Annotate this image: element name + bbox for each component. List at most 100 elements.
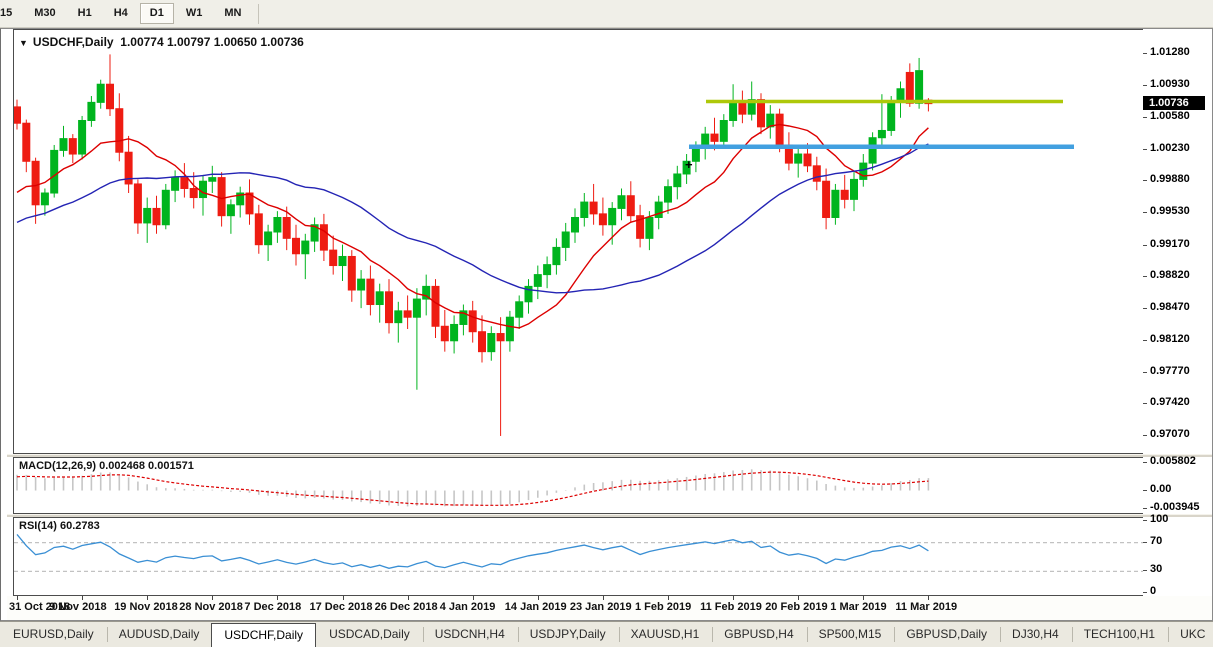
date-axis-label: 23 Jan 2019 (569, 601, 632, 613)
price-axis-tick-label: 0.97420 (1150, 396, 1190, 408)
price-axis-tick-label: 0.99530 (1150, 205, 1190, 217)
date-axis-label: 7 Dec 2018 (244, 601, 302, 613)
date-axis-label: 4 Jan 2019 (439, 601, 496, 613)
date-axis-tickmark (472, 596, 474, 600)
rsi-axis[interactable]: 100 70 30 0 (1143, 513, 1212, 597)
price-axis-tick-label: 0.97770 (1150, 365, 1190, 377)
price-axis-tickmark (1143, 245, 1147, 246)
macd-axis-tick-label: -0.003945 (1150, 501, 1200, 513)
date-axis-label: 11 Feb 2019 (700, 601, 762, 613)
price-plot-area[interactable] (13, 29, 1150, 454)
date-axis-tickmark (602, 596, 604, 600)
rsi-axis-tick-label: 100 (1150, 513, 1169, 525)
price-axis-tickmark (1143, 117, 1147, 118)
rsi-axis-tick-label: 30 (1150, 563, 1163, 575)
symbol-tab-gbpusd[interactable]: GBPUSD,Daily (893, 622, 999, 647)
price-axis-tick-label: 0.98120 (1150, 333, 1190, 345)
price-panel: ▼ USDCHF,Daily 1.00774 1.00797 1.00650 1.… (7, 29, 1212, 454)
rsi-chart[interactable] (14, 518, 1149, 595)
price-axis-tickmark (1143, 308, 1147, 309)
date-axis-tickmark (733, 596, 735, 600)
price-axis-tickmark (1143, 212, 1147, 213)
timeframe-button-m30[interactable]: M30 (24, 3, 65, 24)
symbol-tab-sp500[interactable]: SP500,M15 (806, 622, 894, 647)
chart-title: USDCHF,Daily (32, 35, 114, 49)
symbol-tab-usdchf[interactable]: USDCHF,Daily (211, 623, 317, 647)
price-axis-tick-label: 0.98470 (1150, 301, 1190, 313)
date-axis-tickmark (147, 596, 149, 600)
timeframe-toolbar: 15 M30 H1 H4 D1 W1 MN (0, 0, 1213, 28)
date-axis-tickmark (277, 596, 279, 600)
price-axis-tickmark (1143, 276, 1147, 277)
timeframe-button-15[interactable]: 15 (0, 3, 22, 24)
date-axis-tickmark (863, 596, 865, 600)
timeframe-button-h4[interactable]: H4 (104, 3, 138, 24)
macd-axis[interactable]: 0.005802 0.00 -0.003945 (1143, 455, 1212, 514)
price-axis-tickmark (1143, 340, 1147, 341)
rsi-label: RSI(14) (19, 520, 57, 532)
macd-label-row: MACD(12,26,9) 0.002468 0.001571 (19, 460, 194, 472)
price-axis-tick-label: 1.00930 (1150, 78, 1190, 90)
price-axis-tick-label: 0.99170 (1150, 238, 1190, 250)
rsi-axis-tickmark (1143, 520, 1147, 521)
symbol-tab-audusd[interactable]: AUDUSD,Daily (106, 622, 212, 647)
date-axis-tickmark (798, 596, 800, 600)
timeframe-button-d1[interactable]: D1 (139, 3, 174, 24)
symbol-tab-gbpusd[interactable]: GBPUSD,H4 (711, 622, 805, 647)
price-axis-tickmark (1143, 85, 1147, 86)
symbol-tab-usdcnh[interactable]: USDCNH,H4 (422, 622, 517, 647)
candlestick-chart[interactable] (14, 30, 1149, 453)
price-axis-tick-label: 1.00230 (1150, 142, 1190, 154)
rsi-axis-tickmark (1143, 592, 1147, 593)
macd-panel: MACD(12,26,9) 0.002468 0.001571 0.005802… (7, 455, 1212, 514)
symbol-tab-ukc[interactable]: UKC (1167, 622, 1213, 647)
symbol-tab-tech100[interactable]: TECH100,H1 (1071, 622, 1167, 647)
date-axis-label: 20 Feb 2019 (765, 601, 828, 613)
rsi-axis-tickmark (1143, 542, 1147, 543)
date-axis-label: 9 Nov 2018 (49, 601, 107, 613)
rsi-plot-area[interactable] (13, 517, 1150, 596)
rsi-values: 60.2783 (59, 520, 100, 532)
date-axis[interactable]: 31 Oct 2018 9 Nov 2018 19 Nov 2018 28 Nov 2… (7, 596, 1212, 620)
symbol-tab-dj30[interactable]: DJ30,H4 (999, 622, 1071, 647)
price-axis-tickmark (1143, 403, 1147, 404)
chart-dropdown-icon[interactable]: ▼ (19, 38, 28, 48)
symbol-tab-usdjpy[interactable]: USDJPY,Daily (517, 622, 618, 647)
price-axis-tickmark (1143, 149, 1147, 150)
rsi-axis-tickmark (1143, 570, 1147, 571)
date-axis-label: 1 Feb 2019 (635, 601, 692, 613)
rsi-label-row: RSI(14) 60.2783 (19, 520, 100, 532)
timeframe-button-mn[interactable]: MN (214, 3, 251, 24)
macd-axis-tick-label: 0.005802 (1150, 455, 1196, 467)
symbol-tabbar: EURUSD,Daily AUDUSD,Daily USDCHF,Daily USDC… (0, 621, 1213, 647)
date-axis-label: 14 Jan 2019 (504, 601, 567, 613)
date-axis-tickmark (668, 596, 669, 600)
timeframe-button-w1[interactable]: W1 (176, 3, 213, 24)
chart-title-row: ▼ USDCHF,Daily 1.00774 1.00797 1.00650 1.… (19, 35, 304, 49)
date-axis-label: 17 Dec 2018 (309, 601, 373, 613)
chart-window: ▼ USDCHF,Daily 1.00774 1.00797 1.00650 1.… (0, 28, 1213, 621)
price-axis-tick-label: 1.01280 (1150, 46, 1190, 58)
date-axis-tickmark (342, 596, 344, 600)
timeframe-button-h1[interactable]: H1 (68, 3, 102, 24)
symbol-tab-usdcad[interactable]: USDCAD,Daily (316, 622, 422, 647)
price-axis-tickmark (1143, 180, 1147, 181)
price-axis[interactable]: 1.01280 1.00930 1.00580 1.00230 0.99880 0.995… (1143, 29, 1212, 454)
macd-values: 0.002468 0.001571 (99, 460, 194, 472)
rsi-panel: RSI(14) 60.2783 100 70 30 0 (7, 513, 1212, 597)
price-axis-tickmark (1143, 372, 1147, 373)
price-axis-tickmark (1143, 435, 1147, 436)
date-axis-label: 28 Nov 2018 (179, 601, 243, 613)
price-axis-tick-label: 0.97070 (1150, 428, 1190, 440)
macd-label: MACD(12,26,9) (19, 460, 97, 472)
macd-axis-tick-label: 0.00 (1150, 483, 1172, 495)
date-axis-tickmark (407, 596, 409, 600)
symbol-tab-eurusd[interactable]: EURUSD,Daily (0, 622, 106, 647)
symbol-tab-xauusd[interactable]: XAUUSD,H1 (618, 622, 712, 647)
cross-marker: + (685, 156, 693, 172)
date-axis-tickmark (212, 596, 214, 600)
macd-axis-tickmark (1143, 490, 1147, 491)
date-axis-tickmark (17, 596, 18, 600)
macd-axis-tickmark (1143, 508, 1147, 509)
date-axis-label: 19 Nov 2018 (114, 601, 178, 613)
